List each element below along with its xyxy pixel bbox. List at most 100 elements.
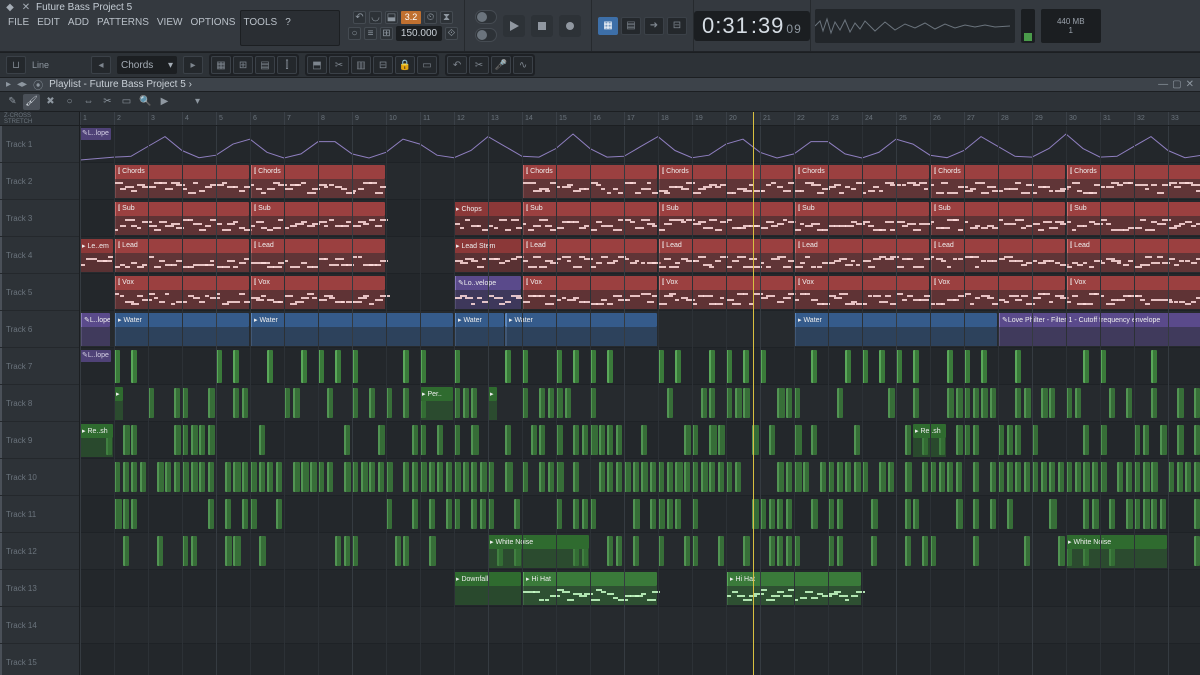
clip[interactable] xyxy=(735,388,743,418)
track-header[interactable]: Track 8 xyxy=(0,385,79,422)
clip[interactable] xyxy=(871,536,877,566)
menu-edit[interactable]: EDIT xyxy=(33,15,64,30)
clip[interactable] xyxy=(556,462,564,492)
clip[interactable] xyxy=(1151,462,1158,492)
track-header[interactable]: Track 4 xyxy=(0,237,79,274)
close-icon[interactable]: ✕ xyxy=(1186,79,1194,90)
clip[interactable] xyxy=(973,425,980,455)
clip[interactable] xyxy=(208,462,214,492)
clip[interactable] xyxy=(633,499,640,529)
clip[interactable] xyxy=(1143,425,1149,455)
clip[interactable] xyxy=(786,536,792,566)
clip[interactable] xyxy=(165,462,171,492)
clip[interactable] xyxy=(624,462,631,492)
menu-tools[interactable]: TOOLS xyxy=(239,15,281,30)
clip[interactable] xyxy=(1049,499,1057,529)
clip[interactable] xyxy=(480,462,488,492)
clip[interactable] xyxy=(769,536,775,566)
clip[interactable] xyxy=(208,425,216,455)
clip[interactable] xyxy=(769,425,775,455)
clip[interactable] xyxy=(879,350,885,383)
track-header[interactable]: Track 15 xyxy=(0,644,79,675)
clip[interactable] xyxy=(514,499,520,529)
clip[interactable] xyxy=(981,388,988,418)
clip[interactable] xyxy=(786,499,792,529)
track-header[interactable]: Track 7 xyxy=(0,348,79,385)
bar-marker[interactable]: 23 xyxy=(828,112,862,125)
slip-tool-icon[interactable]: ⇔ xyxy=(80,94,97,110)
clip[interactable] xyxy=(505,462,513,492)
clip[interactable] xyxy=(556,388,563,418)
clip[interactable] xyxy=(701,388,708,418)
clip[interactable] xyxy=(735,462,741,492)
clip[interactable] xyxy=(301,462,309,492)
clip[interactable] xyxy=(582,499,588,529)
clip[interactable] xyxy=(1126,388,1132,418)
clip[interactable] xyxy=(446,462,453,492)
clip[interactable] xyxy=(1194,462,1200,492)
clip[interactable] xyxy=(1194,425,1200,455)
clip[interactable] xyxy=(641,425,647,455)
clip[interactable] xyxy=(743,350,749,383)
clip[interactable] xyxy=(276,499,282,529)
track-header[interactable]: Track 5 xyxy=(0,274,79,311)
clip[interactable] xyxy=(794,462,802,492)
clip[interactable] xyxy=(616,536,622,566)
clip[interactable] xyxy=(242,499,248,529)
clip[interactable] xyxy=(327,462,334,492)
clip[interactable] xyxy=(259,536,266,566)
clip[interactable] xyxy=(1100,462,1107,492)
clip[interactable] xyxy=(786,462,792,492)
clip[interactable]: ▸ xyxy=(488,387,497,401)
collapse-icon[interactable]: ◂▸ xyxy=(17,79,27,90)
clip[interactable] xyxy=(947,350,953,383)
clip[interactable] xyxy=(140,462,146,492)
song-overview[interactable] xyxy=(815,9,1015,43)
clip[interactable] xyxy=(276,462,282,492)
bar-marker[interactable]: 24 xyxy=(862,112,896,125)
clip[interactable] xyxy=(777,536,783,566)
clip[interactable] xyxy=(1007,499,1013,529)
clip[interactable] xyxy=(1075,388,1081,418)
clip[interactable] xyxy=(369,462,375,492)
clip[interactable] xyxy=(539,462,545,492)
clip[interactable] xyxy=(403,536,409,566)
clip[interactable] xyxy=(174,388,180,418)
clip[interactable] xyxy=(607,462,613,492)
clip[interactable] xyxy=(1160,425,1167,455)
menu-options[interactable]: OPTIONS xyxy=(186,15,239,30)
zoom-tool-icon[interactable]: 🔍 xyxy=(137,94,154,110)
clip[interactable] xyxy=(267,462,273,492)
track-header[interactable]: Track 6 xyxy=(0,311,79,348)
clip[interactable] xyxy=(293,462,301,492)
clip[interactable] xyxy=(905,425,911,455)
bar-marker[interactable]: 14 xyxy=(522,112,556,125)
clip[interactable] xyxy=(573,350,579,383)
clip[interactable] xyxy=(1177,425,1184,455)
clip[interactable] xyxy=(1126,499,1133,529)
clip[interactable] xyxy=(667,388,673,418)
clip[interactable] xyxy=(1015,425,1021,455)
clip[interactable] xyxy=(344,425,350,455)
clip[interactable] xyxy=(667,499,673,529)
clip[interactable] xyxy=(233,388,239,418)
bar-marker[interactable]: 9 xyxy=(352,112,386,125)
clip[interactable] xyxy=(973,536,979,566)
clip[interactable] xyxy=(191,462,199,492)
bar-marker[interactable]: 4 xyxy=(182,112,216,125)
clip[interactable] xyxy=(1083,462,1090,492)
clip[interactable] xyxy=(709,425,717,455)
clip[interactable] xyxy=(845,462,851,492)
mixer-button[interactable]: ⊟ xyxy=(667,17,687,35)
clip[interactable] xyxy=(684,425,691,455)
menu-view[interactable]: VIEW xyxy=(153,15,187,30)
clip[interactable] xyxy=(922,462,928,492)
clip[interactable] xyxy=(956,462,963,492)
clip[interactable] xyxy=(718,536,724,566)
piano-roll-button[interactable]: ▤ xyxy=(621,17,641,35)
clip[interactable] xyxy=(403,350,409,383)
clip[interactable] xyxy=(913,499,919,529)
clip[interactable] xyxy=(429,462,435,492)
clip[interactable] xyxy=(1015,462,1021,492)
clip[interactable] xyxy=(386,462,393,492)
